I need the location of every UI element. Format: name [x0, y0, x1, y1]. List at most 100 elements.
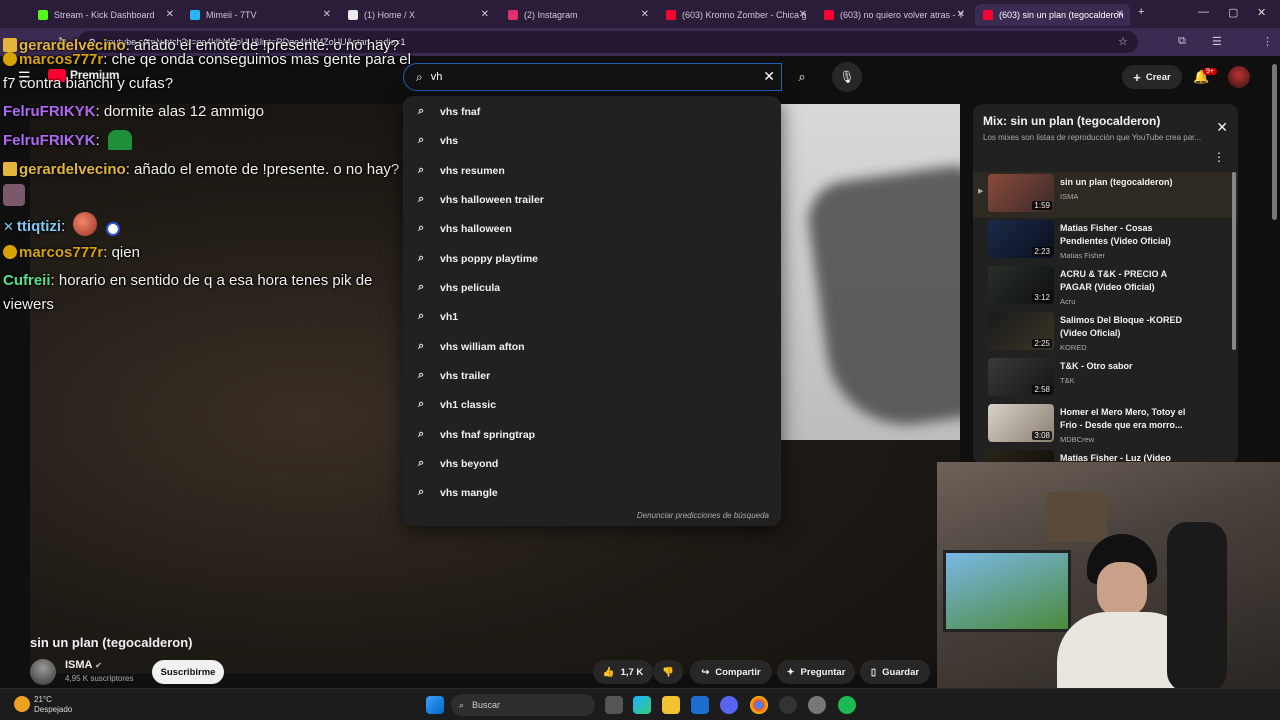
webcam-wall-decor [1047, 492, 1107, 542]
minimize-icon[interactable]: — [1198, 6, 1209, 18]
playlist-item[interactable]: 2:23 Matias Fisher - Cosas Pendientes (V… [973, 218, 1238, 264]
spotify-icon[interactable] [838, 696, 856, 714]
tab-kick-dashboard[interactable]: Stream - Kick Dashboard ✕ [30, 4, 180, 26]
close-tab-icon[interactable]: ✕ [166, 9, 174, 20]
suggestion-item[interactable]: ⌕ vhs [403, 126, 781, 155]
bookmark-star-icon[interactable]: ☆ [1118, 35, 1128, 48]
now-playing-icon: ▶ [978, 188, 984, 195]
close-playlist-icon[interactable]: ✕ [1216, 119, 1228, 136]
tab-youtube-sin-un-plan[interactable]: (603) sin un plan (tegocalderon ✕ [975, 4, 1130, 26]
close-tab-icon[interactable]: ✕ [641, 9, 649, 20]
sword-badge-icon: ✕ [3, 219, 14, 234]
suggestion-item[interactable]: ⌕ vhs halloween [403, 214, 781, 243]
playlist-scrollbar[interactable] [1232, 172, 1236, 350]
microphone-icon: 🎙 [839, 70, 855, 84]
ask-button[interactable]: ✦ Preguntar [777, 660, 855, 684]
taskbar-search[interactable]: ⌕ Buscar [451, 694, 595, 716]
suggestion-item[interactable]: ⌕ vhs william afton [403, 332, 781, 361]
warning-badge-icon [3, 245, 17, 259]
obs-icon[interactable] [779, 696, 797, 714]
suggestion-item[interactable]: ⌕ vhs mangle [403, 478, 781, 507]
tab-x[interactable]: (1) Home / X ✕ [340, 4, 495, 26]
video-thumbnail: 1:59 [988, 174, 1054, 212]
account-avatar[interactable] [1228, 66, 1250, 88]
channel-name[interactable]: ISMA ✔ [65, 659, 102, 671]
voice-search-button[interactable]: 🎙 [832, 62, 862, 92]
search-icon: ⌕ [418, 398, 425, 410]
playlist-title: Mix: sin un plan (tegocalderon) [983, 114, 1161, 128]
page-scrollbar[interactable] [1272, 64, 1277, 220]
create-button[interactable]: + Crear [1122, 65, 1182, 89]
store-icon[interactable] [691, 696, 709, 714]
save-button[interactable]: ▯ Guardar [860, 660, 930, 684]
report-predictions-link[interactable]: Denunciar predicciones de búsqueda [637, 511, 769, 520]
kick-icon [38, 10, 48, 20]
search-button[interactable]: ⌕ [787, 63, 817, 91]
close-window-icon[interactable]: ✕ [1257, 6, 1266, 19]
settings-gear-icon[interactable] [808, 696, 826, 714]
menu-kebab-icon[interactable]: ⋮ [1262, 35, 1273, 48]
chat-message: FelruFRIKYK: dormite alas 12 ammigo [3, 103, 264, 120]
video-thumbnail: 3:12 [988, 266, 1054, 304]
clear-search-icon[interactable]: ✕ [763, 68, 775, 85]
webcam-overlay [937, 462, 1280, 688]
chrome-icon[interactable] [750, 696, 768, 714]
suggestion-item[interactable]: ⌕ vhs pelicula [403, 273, 781, 302]
search-box[interactable]: ⌕ ✕ [403, 63, 782, 91]
suggestion-item[interactable]: ⌕ vhs resumen [403, 156, 781, 185]
playlist-item[interactable]: 3:08 Homer el Mero Mero, Totoy el Frio -… [973, 402, 1238, 448]
suggestion-item[interactable]: ⌕ vhs fnaf springtrap [403, 420, 781, 449]
more-options-icon[interactable]: ⋮ [1213, 150, 1225, 164]
suggestion-item[interactable]: ⌕ vhs trailer [403, 361, 781, 390]
channel-avatar[interactable] [30, 659, 56, 685]
maximize-icon[interactable]: ▢ [1228, 6, 1238, 19]
search-icon: ⌕ [418, 222, 425, 234]
search-input[interactable] [430, 71, 731, 83]
chat-message: marcos777r: qien [3, 241, 140, 265]
suggestion-item[interactable]: ⌕ vh1 [403, 302, 781, 331]
file-explorer-icon[interactable] [662, 696, 680, 714]
extensions-icon[interactable]: ⧉ [1178, 35, 1186, 48]
tab-instagram[interactable]: (2) Instagram ✕ [500, 4, 655, 26]
search-icon: ⌕ [418, 281, 425, 293]
suggestion-item[interactable]: ⌕ vhs poppy playtime [403, 244, 781, 273]
suggestion-item[interactable]: ⌕ vhs fnaf [403, 97, 781, 126]
video-title: sin un plan (tegocalderon) [30, 635, 193, 650]
share-button[interactable]: ↪ Compartir [690, 660, 772, 684]
playlist-item[interactable]: 2:58 T&K - Otro sabor T&K [973, 356, 1238, 402]
windows-start-icon[interactable] [426, 696, 444, 714]
close-tab-icon[interactable]: ✕ [481, 9, 489, 20]
suggestion-item[interactable]: ⌕ vhs beyond [403, 449, 781, 478]
playlist-item[interactable]: 3:12 ACRU & T&K - PRECIO A PAGAR (Video … [973, 264, 1238, 310]
playlist-item[interactable]: 2:25 Salimos Del Bloque -KORED (Video Of… [973, 310, 1238, 356]
warning-badge-icon [3, 52, 17, 66]
close-tab-icon[interactable]: ✕ [1116, 9, 1124, 20]
tab-youtube-kronno[interactable]: (603) Kronno Zomber - Chica g ✕ [658, 4, 813, 26]
chat-message: Cufreii: horario en sentido de q a esa h… [3, 272, 373, 289]
close-tab-icon[interactable]: ✕ [323, 9, 331, 20]
discord-icon[interactable] [720, 696, 738, 714]
ball-emote-icon [105, 222, 120, 236]
like-button[interactable]: 👍 1,7 K [593, 660, 653, 684]
playlist-item[interactable]: ▶ 1:59 sin un plan (tegocalderon) ISMA [973, 172, 1238, 218]
weather-widget[interactable]: 21°C Despejado [34, 695, 72, 715]
suggestion-item[interactable]: ⌕ vh1 classic [403, 390, 781, 419]
tab-youtube-no-quiero[interactable]: (603) no quiero volver atras - Y ✕ [816, 4, 971, 26]
video-thumbnail: 2:23 [988, 220, 1054, 258]
subscribe-button[interactable]: Suscribirme [152, 660, 224, 684]
close-tab-icon[interactable]: ✕ [799, 9, 807, 20]
dislike-button[interactable]: 👎 [653, 660, 683, 684]
task-view-icon[interactable] [605, 696, 623, 714]
video-thumbnail: 2:58 [988, 358, 1054, 396]
edge-icon[interactable] [633, 696, 651, 714]
suggestion-item[interactable]: ⌕ vhs halloween trailer [403, 185, 781, 214]
tab-7tv[interactable]: Mimeii - 7TV ✕ [182, 4, 337, 26]
new-tab-icon[interactable]: + [1138, 6, 1144, 18]
instagram-icon [508, 10, 518, 20]
chat-message-continuation: f7 contra bianchi y cufas? [3, 75, 174, 92]
windows-taskbar: 21°C Despejado ⌕ Buscar [0, 688, 1280, 720]
search-icon: ⌕ [418, 428, 425, 440]
sidebar-icon[interactable]: ☰ [1212, 35, 1222, 48]
chat-message: marcos777r: che qe onda conseguimos mas … [3, 48, 411, 72]
close-tab-icon[interactable]: ✕ [957, 9, 965, 20]
